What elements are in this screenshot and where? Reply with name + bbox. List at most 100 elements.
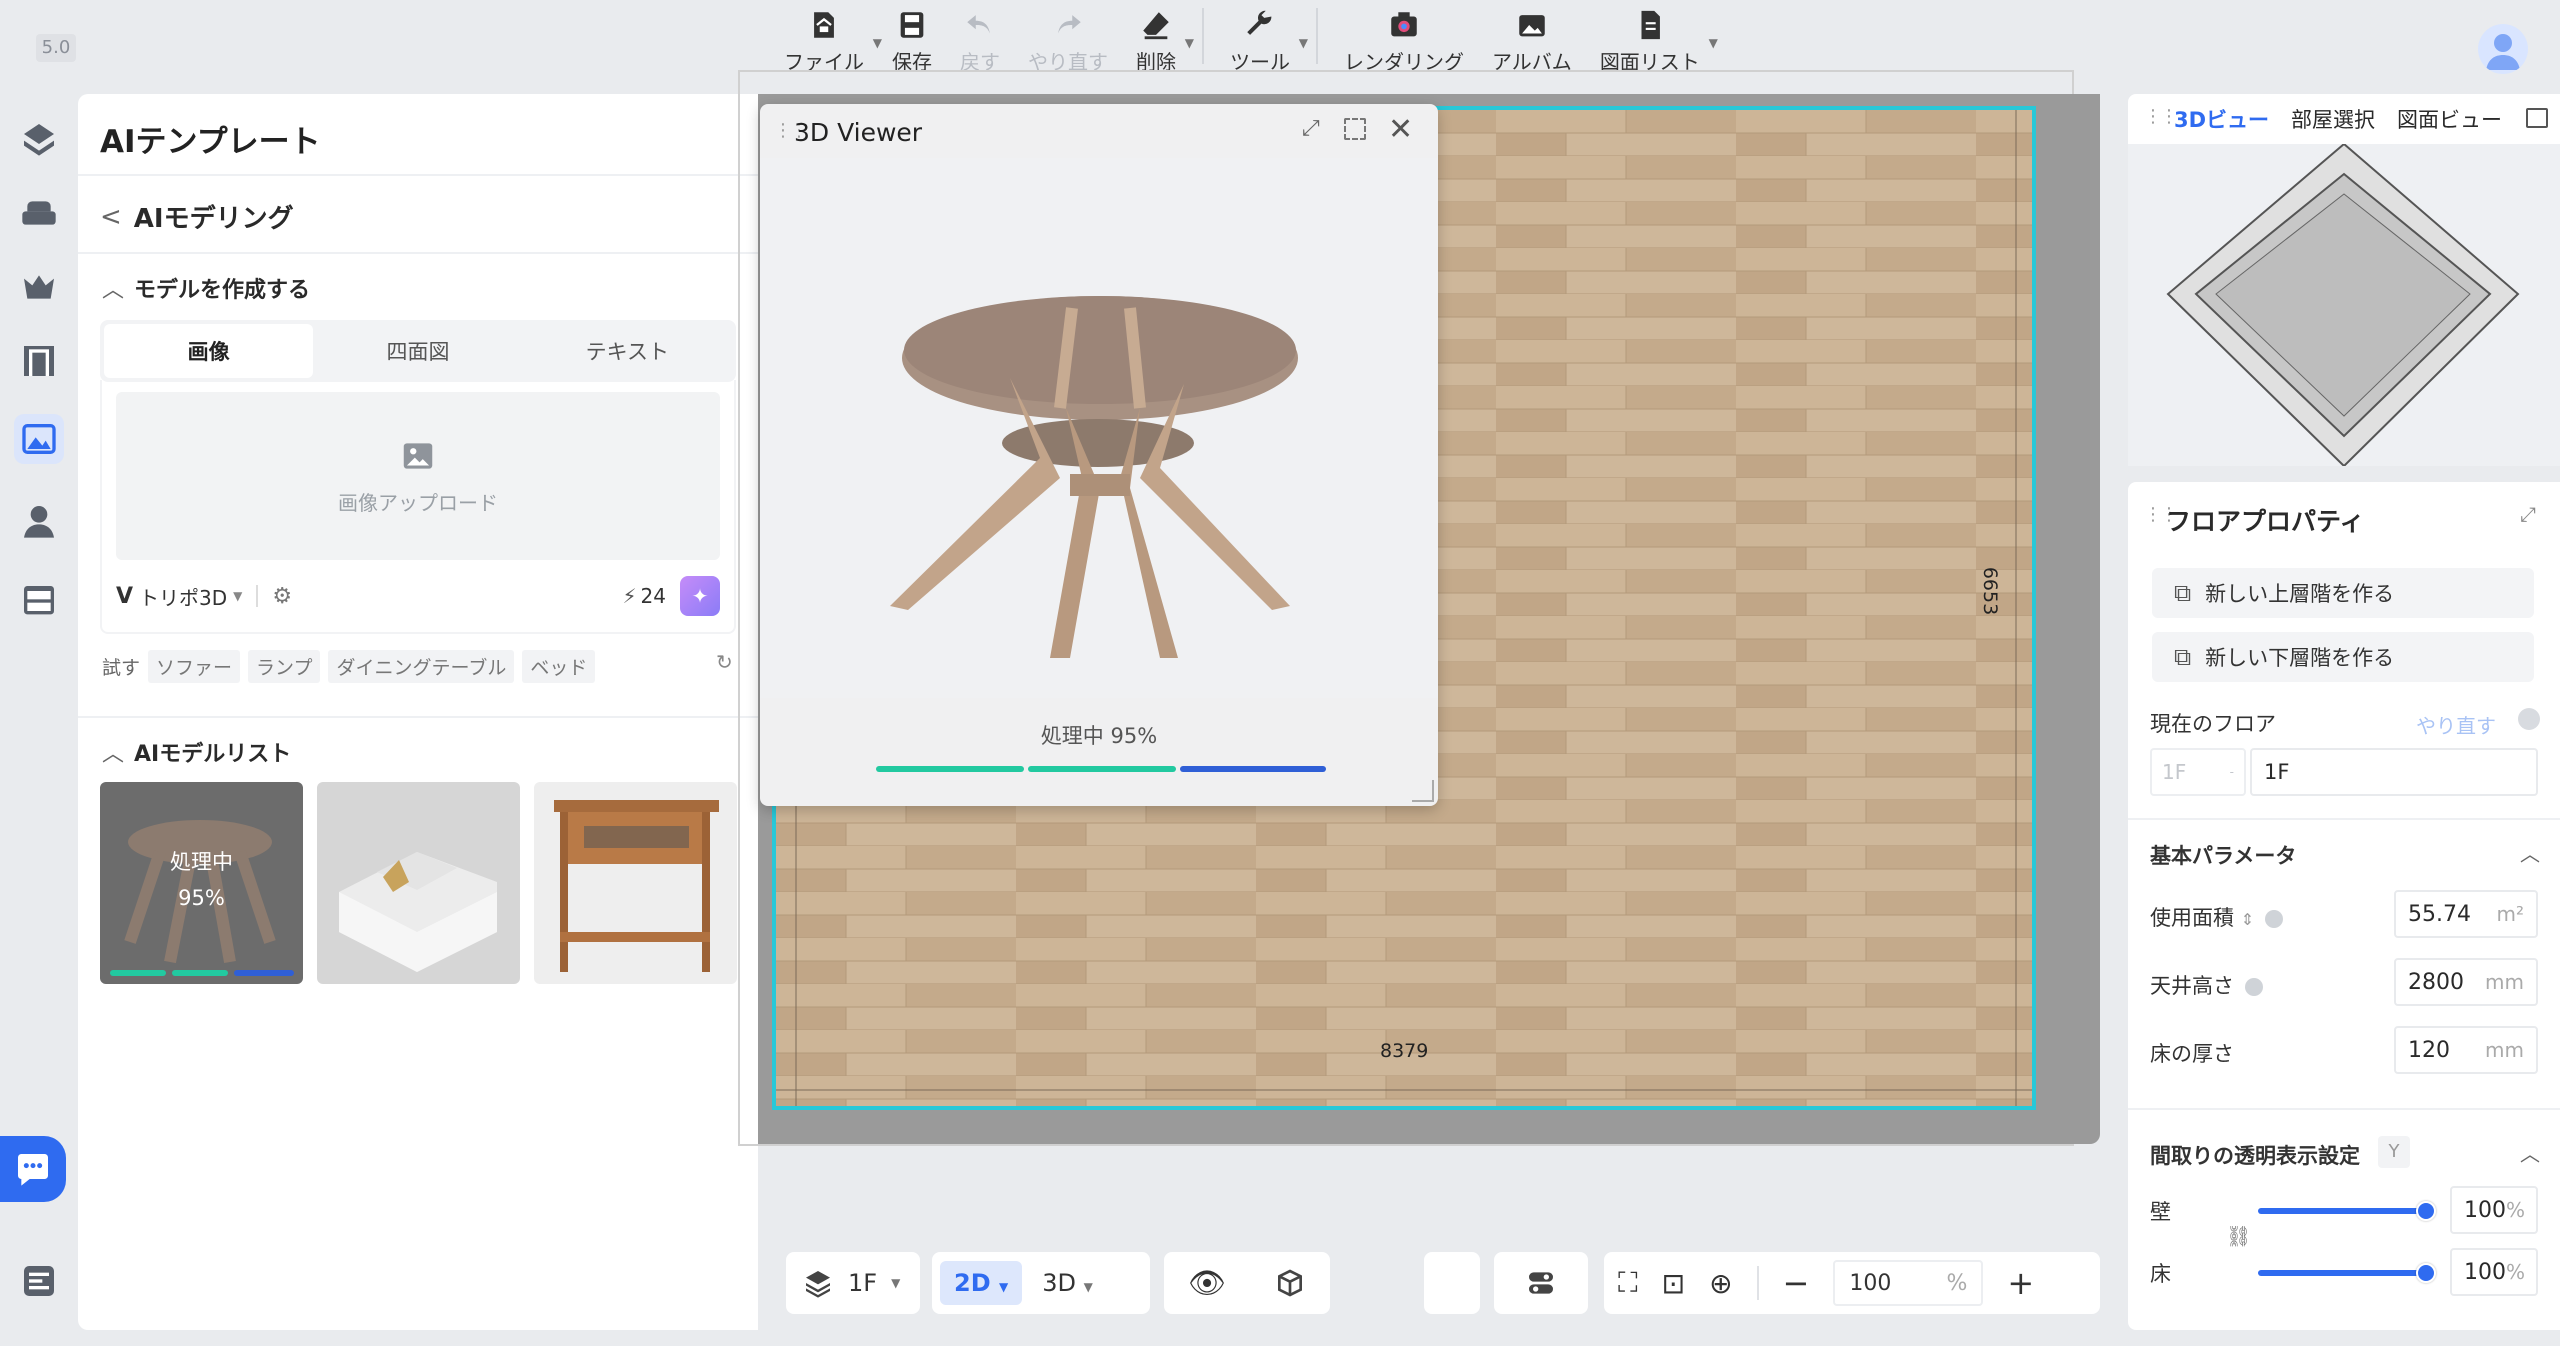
mode-2d-button[interactable]: 2D ▼ xyxy=(940,1261,1023,1305)
floor-opacity-slider[interactable] xyxy=(2258,1263,2436,1283)
expand-icon[interactable]: ⤢ xyxy=(1302,116,1320,141)
wall-opacity-field[interactable]: 100 % xyxy=(2450,1186,2538,1234)
zoom-area-icon[interactable]: ⊕ xyxy=(1709,1267,1732,1300)
ceiling-height-field[interactable]: 2800 mm xyxy=(2394,958,2538,1006)
transparency-label: 間取りの透明表示設定 xyxy=(2150,1144,2360,1168)
ai-image-icon xyxy=(22,424,56,454)
3d-preview[interactable] xyxy=(2128,144,2560,466)
add-lower-floor-button[interactable]: ⧉ 新しい下層階を作る xyxy=(2152,632,2534,682)
close-icon[interactable]: ✕ xyxy=(1388,112,1413,147)
progress-segment-3 xyxy=(1180,766,1326,772)
rail-cabinet[interactable] xyxy=(14,576,64,626)
add-upper-floor-button[interactable]: ⧉ 新しい上層階を作る xyxy=(2152,568,2534,618)
tab-drawing-view[interactable]: 図面ビュー xyxy=(2397,104,2502,134)
model-selector[interactable]: V トリポ3D ▼ xyxy=(116,582,242,611)
delete-button[interactable]: 削除 ▼ xyxy=(1122,8,1194,75)
redo-link[interactable]: やり直す xyxy=(2416,710,2496,739)
album-button[interactable]: アルバム xyxy=(1478,8,1586,75)
floor-level-select[interactable]: 1F - xyxy=(2150,748,2246,796)
undo-button[interactable]: 戻す xyxy=(946,8,1014,75)
thumb-status: 処理中 xyxy=(170,850,233,874)
door-icon xyxy=(24,346,54,376)
toolbar-divider xyxy=(1202,8,1204,64)
model-thumb-side-table[interactable] xyxy=(534,782,737,984)
drawing-list-button[interactable]: 図面リスト ▼ xyxy=(1586,8,1718,75)
refresh-icon[interactable]: ↻ xyxy=(716,650,733,674)
fullscreen-icon[interactable] xyxy=(1344,118,1366,140)
create-model-section-header[interactable]: ︿ モデルを作成する xyxy=(102,272,310,304)
zoom-input[interactable]: 100 % xyxy=(1833,1260,1984,1306)
back-to-ai-modeling[interactable]: < AIモデリング xyxy=(100,198,294,235)
zoom-in-icon[interactable]: + xyxy=(2007,1264,2034,1302)
eye-icon[interactable]: 👁 xyxy=(1188,1266,1226,1301)
rail-layout[interactable] xyxy=(14,1256,64,1306)
chip-bed[interactable]: ベッド xyxy=(522,650,596,683)
file-home-icon xyxy=(814,12,834,38)
tab-3d-view[interactable]: 3Dビュー xyxy=(2174,104,2269,134)
current-floor: 1F xyxy=(848,1269,878,1297)
chevron-down-icon: ▼ xyxy=(233,589,243,603)
chip-lamp[interactable]: ランプ xyxy=(248,650,321,683)
divider xyxy=(1756,1266,1759,1300)
generate-button[interactable]: ✦ xyxy=(680,576,720,616)
rail-doors[interactable] xyxy=(14,336,64,386)
slider-knob[interactable] xyxy=(2416,1201,2436,1221)
user-avatar[interactable] xyxy=(2478,24,2528,74)
resize-handle-icon[interactable] xyxy=(1412,780,1434,802)
tools-button[interactable]: ツール ▼ xyxy=(1216,8,1308,75)
render-button[interactable]: レンダリング xyxy=(1330,8,1478,75)
toggle-icon xyxy=(1529,1272,1553,1294)
floor-switcher[interactable]: 1F ▼ xyxy=(786,1252,920,1314)
rail-floorplan[interactable] xyxy=(14,114,64,164)
percent-unit: % xyxy=(2506,1260,2526,1284)
layout-list-icon xyxy=(24,1266,54,1296)
floor-thickness-value: 120 xyxy=(2408,1037,2450,1063)
floor-opacity-field[interactable]: 100 % xyxy=(2450,1248,2538,1296)
file-button[interactable]: ファイル ▼ xyxy=(770,8,882,75)
blank-tool-button[interactable] xyxy=(1424,1252,1480,1314)
rail-ai-template[interactable] xyxy=(14,414,64,464)
area-field[interactable]: 55.74 m² xyxy=(2394,890,2538,938)
box-3d-icon[interactable] xyxy=(1274,1267,1306,1299)
mini-view-panel: ⋮⋮ 3Dビュー 部屋選択 図面ビュー xyxy=(2128,94,2560,466)
viewer-stage[interactable] xyxy=(760,158,1438,698)
rail-people[interactable] xyxy=(14,496,64,546)
tab-text[interactable]: テキスト xyxy=(523,324,732,378)
chat-button[interactable] xyxy=(0,1136,66,1202)
chevron-up-icon[interactable]: ︿ xyxy=(2520,1138,2540,1167)
save-button[interactable]: 保存 xyxy=(878,8,946,75)
separator xyxy=(256,585,259,607)
settings-sliders-icon[interactable]: ⚙ xyxy=(272,584,292,609)
model-thumb-table-processing[interactable]: 処理中 95% xyxy=(100,782,303,984)
version-badge: 5.0 xyxy=(36,34,76,62)
clock-icon xyxy=(2518,708,2540,730)
wall-opacity-slider[interactable] xyxy=(2258,1201,2436,1221)
round-table-model xyxy=(890,296,1298,658)
floor-thickness-field[interactable]: 120 mm xyxy=(2394,1026,2538,1074)
try-label: 試す xyxy=(102,657,141,679)
tab-image[interactable]: 画像 xyxy=(104,324,314,378)
tab-room-select[interactable]: 部屋選択 xyxy=(2291,104,2375,134)
mode-3d-button[interactable]: 3D ▼ xyxy=(1028,1261,1107,1305)
chip-dining-table[interactable]: ダイニングテーブル xyxy=(328,650,515,683)
link-icon[interactable]: ⛓ xyxy=(2226,1224,2251,1248)
sofa-icon xyxy=(22,201,56,225)
floor-name-input[interactable]: 1F xyxy=(2250,748,2538,796)
tab-four-view[interactable]: 四面図 xyxy=(313,324,522,378)
focus-icon[interactable]: ⊡ xyxy=(1662,1267,1685,1300)
expand-icon[interactable]: ⤢ xyxy=(2520,502,2536,526)
view-settings-icon[interactable]: ⛶ xyxy=(1618,1266,1638,1300)
area-label: 使用面積 ⇕ xyxy=(2150,902,2283,932)
image-upload-area[interactable]: 画像アップロード xyxy=(116,392,720,560)
chip-sofa[interactable]: ソファー xyxy=(148,650,241,683)
zoom-out-icon[interactable]: − xyxy=(1783,1264,1810,1302)
rail-premium[interactable] xyxy=(14,262,64,312)
ai-model-list-header[interactable]: ︿ AIモデルリスト xyxy=(102,736,291,768)
popout-icon[interactable] xyxy=(2526,108,2548,128)
slider-knob[interactable] xyxy=(2416,1263,2436,1283)
redo-button[interactable]: やり直す xyxy=(1014,8,1122,75)
toggle-settings-button[interactable] xyxy=(1494,1252,1588,1314)
chevron-up-icon[interactable]: ︿ xyxy=(2520,838,2540,867)
rail-furniture[interactable] xyxy=(14,188,64,238)
model-thumb-sofa[interactable] xyxy=(317,782,520,984)
